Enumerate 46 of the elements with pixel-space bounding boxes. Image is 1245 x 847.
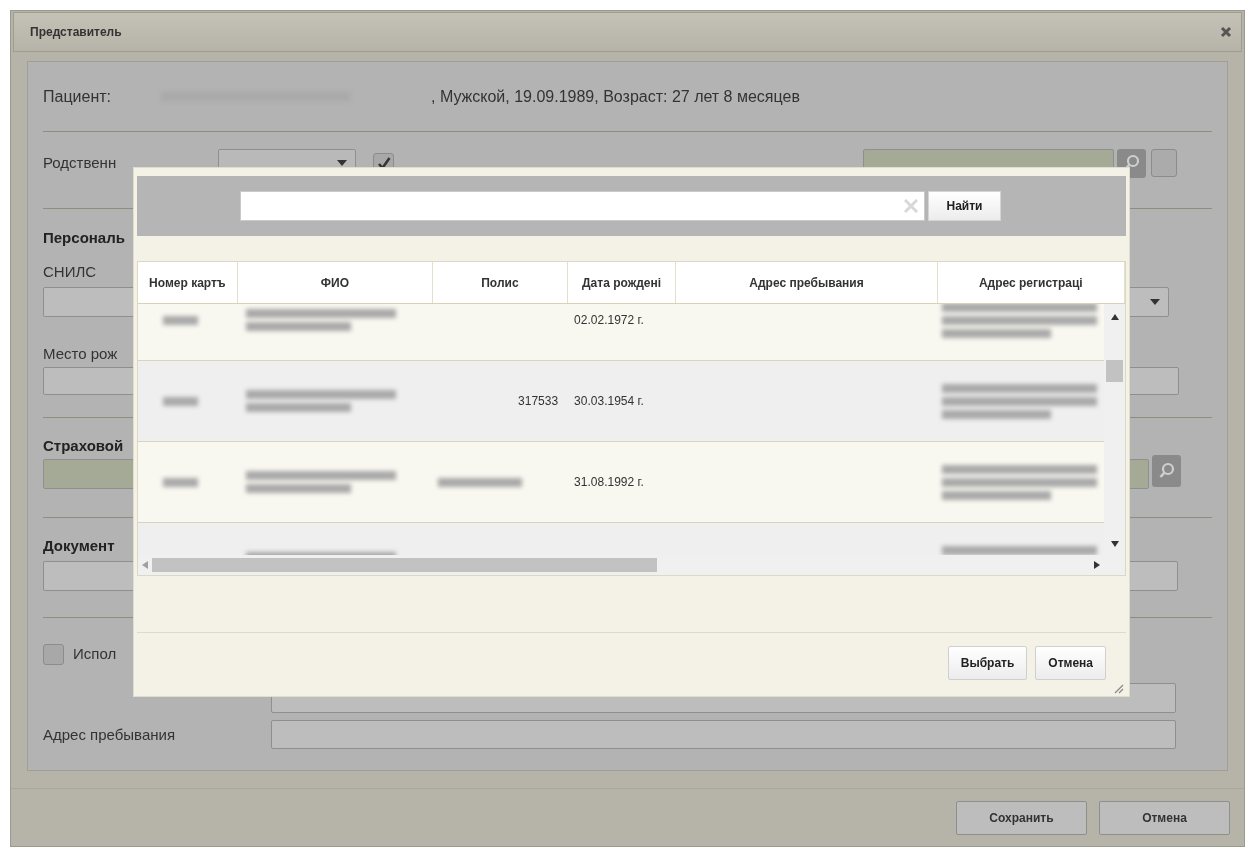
section-heading: Персональ	[43, 228, 125, 248]
search-icon	[1157, 462, 1176, 480]
table-row[interactable]: 317533 30.03.1954 г.	[138, 361, 1104, 442]
checkbox[interactable]	[43, 643, 64, 665]
scroll-thumb[interactable]	[1106, 360, 1123, 382]
section-heading: Страховой	[43, 436, 124, 456]
horizontal-scrollbar[interactable]	[138, 555, 1104, 575]
select-button[interactable]: Выбрать	[947, 646, 1028, 680]
table-cell-text: 30.03.1954 г.	[574, 393, 644, 410]
toggle-button[interactable]	[1151, 149, 1177, 177]
column-header[interactable]: Полис	[433, 262, 568, 303]
patient-details: , Мужской, 19.09.1989, Возраст: 27 лет 8 месяцев	[431, 86, 800, 107]
section-heading: Документ	[43, 536, 115, 556]
caret-icon	[1150, 299, 1160, 305]
vertical-scrollbar[interactable]	[1104, 304, 1125, 575]
up-arrow-icon	[1110, 314, 1119, 320]
table-row[interactable]: 31.08.1992 г.	[138, 442, 1104, 523]
field-label: Адрес пребывания	[43, 725, 176, 743]
cancel-button[interactable]: Отмена	[1099, 800, 1230, 835]
table-cell-text: 317533	[518, 393, 559, 410]
save-button[interactable]: Сохранить	[956, 800, 1087, 835]
field-label: СНИЛС	[43, 263, 97, 281]
down-arrow-icon	[1110, 541, 1119, 547]
scroll-thumb[interactable]	[152, 558, 657, 572]
field-label: Место рож	[43, 345, 118, 363]
patient-label: Пациент:	[43, 86, 112, 107]
search-field[interactable]	[240, 191, 925, 221]
column-header[interactable]: Дата рождені	[567, 262, 677, 303]
column-header[interactable]: Адрес пребывания	[676, 262, 938, 303]
table-cell-text: 31.08.1992 г.	[574, 474, 644, 491]
column-header[interactable]: ФИО	[237, 262, 434, 303]
column-header[interactable]: Адрес регистраці	[937, 262, 1125, 303]
right-arrow-icon	[1094, 561, 1100, 569]
column-header[interactable]: Номер картъ	[138, 262, 238, 303]
window-title: Представитель	[30, 24, 122, 41]
checkbox-label: Испол	[73, 643, 117, 664]
search-button[interactable]	[1152, 455, 1181, 487]
resize-grip-icon[interactable]	[1112, 682, 1124, 694]
find-button[interactable]: Найти	[928, 191, 1001, 221]
left-arrow-icon	[142, 561, 148, 569]
table-row[interactable]: 02.02.1972 г.	[138, 304, 1104, 361]
close-icon	[1220, 26, 1232, 38]
table-cell-text: 02.02.1972 г.	[574, 312, 644, 329]
cancel-button[interactable]: Отмена	[1035, 646, 1106, 680]
field-label: Родственн	[43, 152, 118, 173]
clear-icon	[904, 199, 918, 213]
